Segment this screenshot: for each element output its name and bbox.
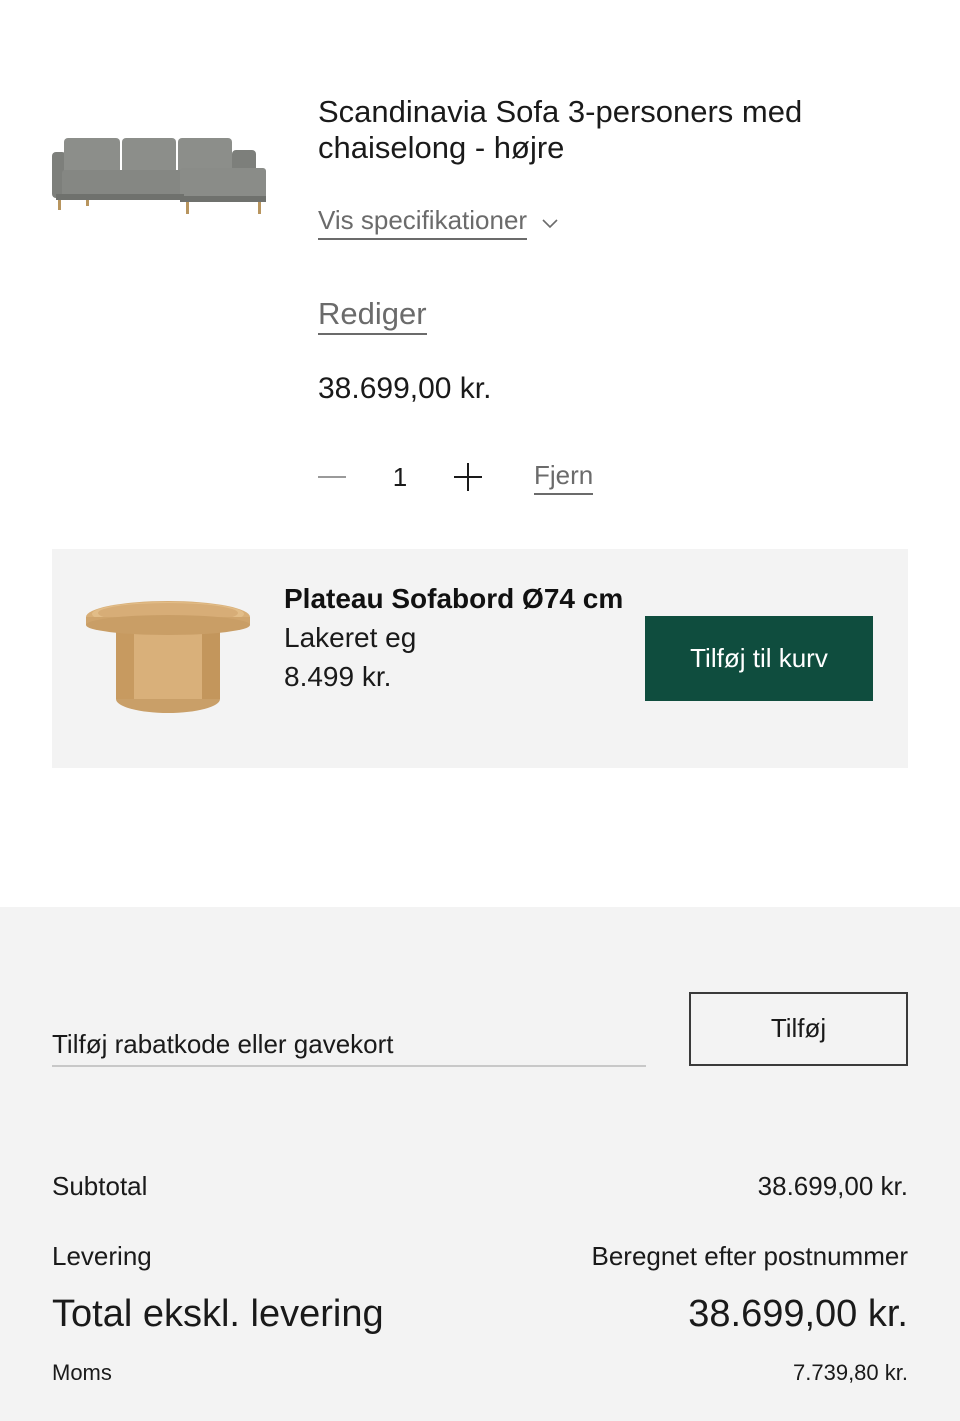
item-price: 38.699,00 kr. — [318, 372, 492, 405]
order-summary: Tilføj Subtotal 38.699,00 kr. Levering B… — [0, 907, 960, 1421]
decrease-quantity-button[interactable] — [318, 463, 346, 491]
vat-label: Moms — [52, 1360, 112, 1385]
upsell-variant: Lakeret eg — [284, 622, 417, 653]
total-label: Total ekskl. levering — [52, 1293, 384, 1335]
delivery-row: Levering Beregnet efter postnummer — [52, 1241, 908, 1272]
specifications-label[interactable]: Vis specifikationer — [318, 205, 528, 240]
apply-discount-button[interactable]: Tilføj — [689, 992, 908, 1066]
quantity-value: 1 — [392, 461, 408, 492]
chevron-down-icon[interactable] — [541, 214, 559, 232]
upsell-price: 8.499 kr. — [284, 661, 392, 692]
remove-link[interactable]: Fjern — [534, 460, 594, 495]
upsell-card: Plateau Sofabord Ø74 cm Lakeret eg 8.499… — [52, 549, 908, 768]
quantity-stepper: 1 Fjern — [318, 455, 594, 499]
subtotal-value: 38.699,00 kr. — [757, 1171, 908, 1201]
discount-code-input[interactable] — [52, 1023, 646, 1067]
total-row: Total ekskl. levering 38.699,00 kr. — [52, 1293, 908, 1336]
upsell-info: Plateau Sofabord Ø74 cm Lakeret eg 8.499… — [284, 579, 624, 696]
product-title[interactable]: Scandinavia Sofa 3-personers med chaisel… — [318, 94, 918, 166]
increase-quantity-button[interactable] — [454, 463, 482, 491]
upsell-title[interactable]: Plateau Sofabord Ø74 cm — [284, 579, 624, 618]
sofa-image[interactable] — [50, 130, 270, 220]
coffee-table-image[interactable] — [82, 595, 254, 721]
delivery-label: Levering — [52, 1241, 152, 1271]
edit-link[interactable]: Rediger — [318, 296, 427, 335]
subtotal-label: Subtotal — [52, 1171, 148, 1201]
specifications-toggle[interactable]: Vis specifikationer — [318, 205, 559, 240]
subtotal-row: Subtotal 38.699,00 kr. — [52, 1171, 908, 1202]
delivery-value: Beregnet efter postnummer — [591, 1241, 909, 1271]
cart-item: Scandinavia Sofa 3-personers med chaisel… — [0, 0, 960, 540]
add-to-cart-button[interactable]: Tilføj til kurv — [645, 616, 873, 701]
vat-value: 7.739,80 kr. — [793, 1360, 908, 1385]
vat-row: Moms 7.739,80 kr. — [52, 1360, 908, 1386]
total-value: 38.699,00 kr. — [688, 1293, 908, 1335]
